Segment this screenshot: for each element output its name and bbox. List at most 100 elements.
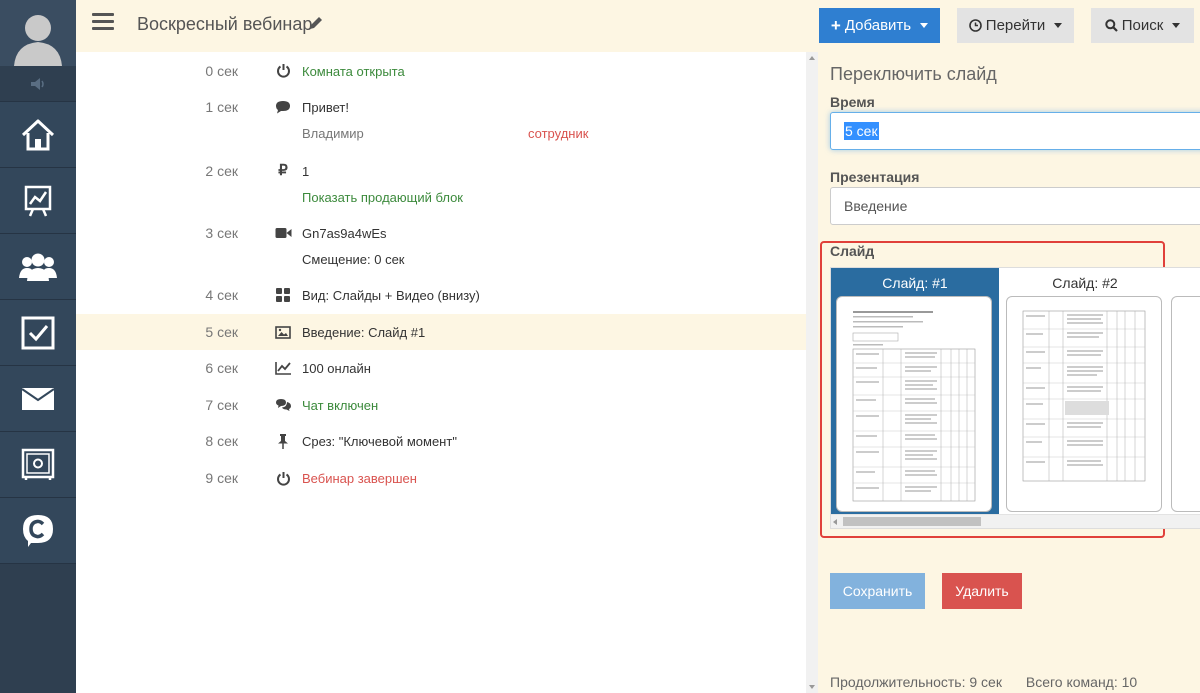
total-commands-text: Всего команд: 10	[1025, 674, 1138, 690]
timeline-event[interactable]: 9 сек Вебинар завершен	[76, 460, 806, 496]
event-author: Владимир	[302, 126, 364, 141]
scrollbar-thumb[interactable]	[843, 517, 981, 526]
event-time: 0 сек	[205, 63, 238, 79]
slide-label: Слайд	[830, 243, 875, 259]
add-button[interactable]: + Добавить	[819, 8, 940, 43]
slide-picker-scrollbar[interactable]	[831, 514, 1200, 528]
sidebar-item-tasks[interactable]	[0, 300, 76, 366]
save-button[interactable]: Сохранить	[830, 573, 925, 609]
switch-slide-panel: Переключить слайд Время 5 сек Презентаци…	[818, 52, 1200, 693]
timeline-event-selected[interactable]: 5 сек Введение: Слайд #1	[76, 314, 806, 350]
grid-icon	[274, 286, 292, 304]
scroll-down-arrow-icon[interactable]	[809, 685, 815, 689]
comments-icon	[274, 396, 292, 414]
sidebar-item-statistics[interactable]	[0, 168, 76, 234]
add-button-label: Добавить	[844, 17, 912, 34]
event-subtext: Показать продающий блок	[302, 190, 463, 205]
document-page-thumbnail	[1022, 310, 1146, 482]
user-silhouette-icon	[14, 15, 62, 66]
event-time: 3 сек	[205, 225, 238, 241]
timeline-scrollbar[interactable]	[806, 52, 818, 693]
event-text: Gn7as9a4wEs	[302, 226, 387, 241]
page-title: Воскресный вебинар	[137, 14, 313, 34]
presentation-label: Презентация	[830, 169, 920, 185]
delete-button[interactable]: Удалить	[942, 573, 1022, 609]
event-time: 1 сек	[205, 99, 238, 115]
event-time: 6 сек	[205, 360, 238, 376]
event-text: 1	[302, 164, 310, 179]
timeline-event[interactable]: 8 сек Срез: "Ключевой момент"	[76, 423, 806, 459]
event-timeline: 0 сек Комната открыта 1 сек Привет! Влад…	[76, 52, 806, 693]
sidebar-item-home[interactable]	[0, 102, 76, 168]
slide-thumbnail[interactable]	[1171, 296, 1200, 512]
panel-footer: Продолжительность: 9 сек Всего команд: 1…	[830, 674, 1157, 690]
timeline-event[interactable]: 3 сек Gn7as9a4wEs Смещение: 0 сек	[76, 214, 806, 274]
user-avatar[interactable]	[0, 0, 76, 66]
timeline-event[interactable]: 7 сек Чат включен	[76, 387, 806, 423]
event-text: Привет!	[302, 100, 349, 115]
mail-icon	[21, 387, 55, 410]
checkbox-icon	[21, 316, 55, 349]
sidebar-item-safe[interactable]	[0, 432, 76, 498]
event-text: Комната открыта	[302, 64, 405, 79]
chevron-down-icon	[1172, 23, 1181, 28]
slide-option[interactable]: Слайд: #2	[1001, 268, 1169, 514]
home-icon	[21, 119, 55, 150]
event-text: Введение: Слайд #1	[302, 325, 426, 340]
search-icon	[1105, 19, 1118, 32]
search-button[interactable]: Поиск	[1091, 8, 1194, 43]
event-text: Вебинар завершен	[302, 471, 417, 486]
sidebar-item-chat[interactable]	[0, 498, 76, 564]
slide-option-label: Слайд: #1	[882, 275, 948, 291]
sound-toggle[interactable]	[0, 66, 76, 102]
users-icon	[19, 253, 57, 281]
clock-icon	[968, 19, 982, 32]
timeline-event[interactable]: 6 сек 100 онлайн	[76, 350, 806, 386]
time-label: Время	[830, 94, 875, 110]
time-input[interactable]: 5 сек	[830, 112, 1200, 150]
menu-toggle-icon[interactable]	[92, 13, 114, 35]
slide-option[interactable]	[1171, 268, 1200, 514]
event-text: 100 онлайн	[302, 361, 371, 376]
event-author-role: сотрудник	[528, 126, 589, 141]
go-to-button-label: Перейти	[985, 17, 1046, 34]
chevron-down-icon	[1054, 23, 1063, 28]
event-text: Чат включен	[302, 398, 379, 413]
timeline-event[interactable]: 0 сек Комната открыта	[76, 52, 806, 88]
panel-title: Переключить слайд	[830, 64, 997, 84]
scroll-up-arrow-icon[interactable]	[809, 56, 815, 60]
plus-icon: +	[830, 15, 841, 35]
event-time: 8 сек	[205, 433, 238, 449]
comment-icon	[274, 98, 292, 116]
top-bar: Воскресный вебинар + Добавить Перейти По…	[76, 0, 1200, 52]
event-text: Вид: Слайды + Видео (внизу)	[302, 288, 480, 303]
sidebar-item-users[interactable]	[0, 234, 76, 300]
timeline-event[interactable]: 1 сек Привет! Владимир сотрудник	[76, 88, 806, 148]
event-time: 5 сек	[205, 324, 238, 340]
chevron-down-icon	[920, 23, 929, 28]
timeline-event[interactable]: 2 сек ₽ 1 Показать продающий блок	[76, 152, 806, 212]
chat-c-logo-icon	[23, 514, 53, 547]
go-to-button[interactable]: Перейти	[957, 8, 1074, 43]
event-text: Срез: "Ключевой момент"	[302, 434, 457, 449]
slide-option-selected[interactable]: Слайд: #1	[831, 268, 999, 514]
speaker-icon	[31, 77, 44, 90]
presentation-chart-icon	[24, 185, 52, 216]
sidebar-item-mail[interactable]	[0, 366, 76, 432]
line-chart-icon	[274, 359, 292, 377]
slide-thumbnail[interactable]	[1006, 296, 1162, 512]
slide-option-label: Слайд: #2	[1052, 275, 1118, 291]
timeline-event[interactable]: 4 сек Вид: Слайды + Видео (внизу)	[76, 276, 806, 312]
event-time: 7 сек	[205, 397, 238, 413]
time-input-value: 5 сек	[844, 122, 879, 140]
duration-text: Продолжительность: 9 сек	[830, 674, 1002, 690]
slide-thumbnail[interactable]	[836, 296, 992, 512]
scroll-left-arrow-icon[interactable]	[833, 519, 837, 525]
ruble-icon: ₽	[278, 162, 288, 179]
sidebar	[0, 0, 76, 693]
pencil-edit-icon[interactable]	[308, 15, 324, 31]
document-page-thumbnail	[852, 311, 976, 502]
presentation-select[interactable]: Введение	[830, 187, 1200, 225]
presentation-select-value: Введение	[844, 198, 908, 214]
pin-icon	[274, 432, 292, 450]
